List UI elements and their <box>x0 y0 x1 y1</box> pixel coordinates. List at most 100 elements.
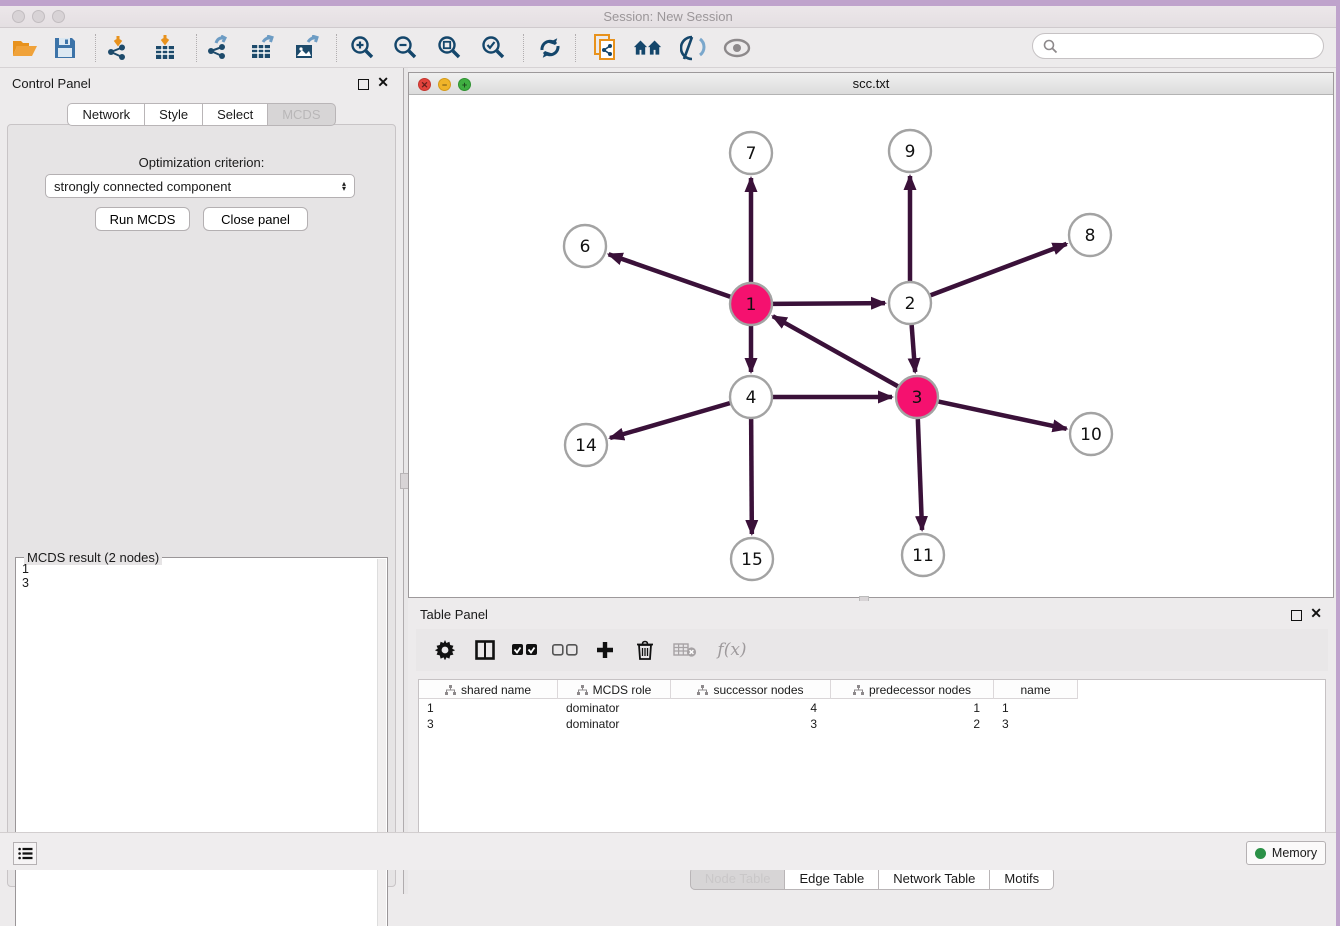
column-type-icon <box>697 685 708 695</box>
edge-3-11[interactable] <box>918 419 922 530</box>
edge-3-1[interactable] <box>773 316 898 386</box>
column-header-shared-name[interactable]: shared name <box>419 680 558 699</box>
edge-1-6[interactable] <box>609 254 731 296</box>
new-network-from-selection-icon[interactable] <box>590 33 620 63</box>
float-table-panel-icon[interactable] <box>1291 609 1302 624</box>
cell-predecessor-nodes[interactable]: 1 <box>831 700 994 716</box>
toolbar-separator <box>95 34 96 62</box>
run-mcds-button[interactable]: Run MCDS <box>95 207 190 231</box>
node-label-11: 11 <box>912 546 934 566</box>
gear-icon[interactable] <box>432 637 458 663</box>
node-label-8: 8 <box>1085 226 1096 246</box>
cell-MCDS-role[interactable]: dominator <box>558 700 671 716</box>
tab-network[interactable]: Network <box>67 103 145 126</box>
close-panel-icon[interactable]: ✕ <box>377 77 389 88</box>
zoom-fit-icon[interactable] <box>435 33 465 63</box>
edge-4-14[interactable] <box>610 403 730 438</box>
network-canvas[interactable]: 7968124314101511 <box>409 95 1333 595</box>
add-column-icon[interactable] <box>592 637 618 663</box>
apply-style-icon[interactable] <box>678 33 708 63</box>
node-label-6: 6 <box>580 237 591 257</box>
cell-name[interactable]: 3 <box>994 716 1078 732</box>
mcds-result-box: MCDS result (2 nodes) 1 3 <box>15 557 388 926</box>
close-panel-button[interactable]: Close panel <box>203 207 308 231</box>
tab-network-table[interactable]: Network Table <box>879 867 990 890</box>
column-header-predecessor-nodes[interactable]: predecessor nodes <box>831 680 994 699</box>
node-label-14: 14 <box>575 436 597 456</box>
split-view-icon[interactable] <box>472 637 498 663</box>
column-header-name[interactable]: name <box>994 680 1078 699</box>
table-row[interactable]: 1dominator411 <box>419 700 1078 716</box>
cell-name[interactable]: 1 <box>994 700 1078 716</box>
toolbar-separator <box>196 34 197 62</box>
edge-2-8[interactable] <box>931 244 1067 295</box>
optimization-criterion-select[interactable]: strongly connected component ▴▾ <box>45 174 355 198</box>
close-table-panel-icon[interactable]: ✕ <box>1310 608 1322 619</box>
tab-style[interactable]: Style <box>145 103 203 126</box>
main-toolbar <box>0 28 1336 68</box>
node-label-1: 1 <box>746 295 757 315</box>
node-label-7: 7 <box>746 144 757 164</box>
network-view-title: scc.txt <box>409 76 1333 91</box>
export-image-icon[interactable] <box>292 33 322 63</box>
column-type-icon <box>445 685 456 695</box>
tab-mcds[interactable]: MCDS <box>268 103 335 126</box>
node-label-15: 15 <box>741 550 763 570</box>
memory-label: Memory <box>1272 846 1317 860</box>
column-header-MCDS-role[interactable]: MCDS role <box>558 680 671 699</box>
apply-layout-icon[interactable] <box>535 33 565 63</box>
tab-select[interactable]: Select <box>203 103 268 126</box>
memory-status-icon <box>1255 848 1266 859</box>
select-all-icon[interactable] <box>512 637 538 663</box>
window-title: Session: New Session <box>0 9 1336 24</box>
edge-2-3[interactable] <box>912 325 916 372</box>
tab-edge-table[interactable]: Edge Table <box>785 867 879 890</box>
cell-successor-nodes[interactable]: 3 <box>671 716 831 732</box>
node-label-2: 2 <box>905 294 916 314</box>
cell-MCDS-role[interactable]: dominator <box>558 716 671 732</box>
memory-button[interactable]: Memory <box>1246 841 1326 865</box>
control-panel-tabs: NetworkStyleSelectMCDS <box>0 103 403 126</box>
task-history-button[interactable] <box>13 842 37 865</box>
status-bar: Memory <box>0 832 1336 870</box>
zoom-in-icon[interactable] <box>348 33 378 63</box>
edge-4-15[interactable] <box>751 419 752 534</box>
table-row[interactable]: 3dominator323 <box>419 716 1078 732</box>
toolbar-separator <box>336 34 337 62</box>
cell-shared-name[interactable]: 1 <box>419 700 558 716</box>
export-network-icon[interactable] <box>204 33 234 63</box>
control-panel-title: Control Panel <box>12 76 91 91</box>
control-panel: Control Panel ✕ NetworkStyleSelectMCDS O… <box>0 68 403 894</box>
cell-predecessor-nodes[interactable]: 2 <box>831 716 994 732</box>
search-input[interactable] <box>1064 39 1313 54</box>
show-hide-icon[interactable] <box>722 33 752 63</box>
mcds-result-text[interactable]: 1 3 <box>18 562 375 926</box>
edge-3-10[interactable] <box>939 402 1067 429</box>
first-neighbors-icon[interactable] <box>633 33 663 63</box>
float-panel-icon[interactable] <box>358 78 369 93</box>
table-toolbar: f(x) <box>416 629 1328 671</box>
node-label-3: 3 <box>912 388 923 408</box>
column-header-successor-nodes[interactable]: successor nodes <box>671 680 831 699</box>
result-scrollbar[interactable] <box>377 559 386 926</box>
tab-motifs[interactable]: Motifs <box>990 867 1054 890</box>
cell-shared-name[interactable]: 3 <box>419 716 558 732</box>
application-window: Session: New Session <box>0 6 1336 926</box>
search-icon <box>1043 39 1058 54</box>
deselect-all-icon[interactable] <box>552 637 578 663</box>
list-icon <box>18 847 33 860</box>
import-network-icon[interactable] <box>105 33 135 63</box>
search-field[interactable] <box>1032 33 1324 59</box>
edge-1-2[interactable] <box>773 303 885 304</box>
open-file-icon[interactable] <box>10 33 40 63</box>
export-table-icon[interactable] <box>248 33 278 63</box>
column-type-icon <box>853 685 864 695</box>
network-view-window: ✕ − + scc.txt 7968124314101511 <box>408 72 1334 598</box>
save-session-icon[interactable] <box>50 33 80 63</box>
import-table-icon[interactable] <box>150 33 180 63</box>
zoom-out-icon[interactable] <box>391 33 421 63</box>
cell-successor-nodes[interactable]: 4 <box>671 700 831 716</box>
zoom-selected-icon[interactable] <box>479 33 509 63</box>
trash-icon[interactable] <box>632 637 658 663</box>
tab-node-table[interactable]: Node Table <box>690 867 786 890</box>
